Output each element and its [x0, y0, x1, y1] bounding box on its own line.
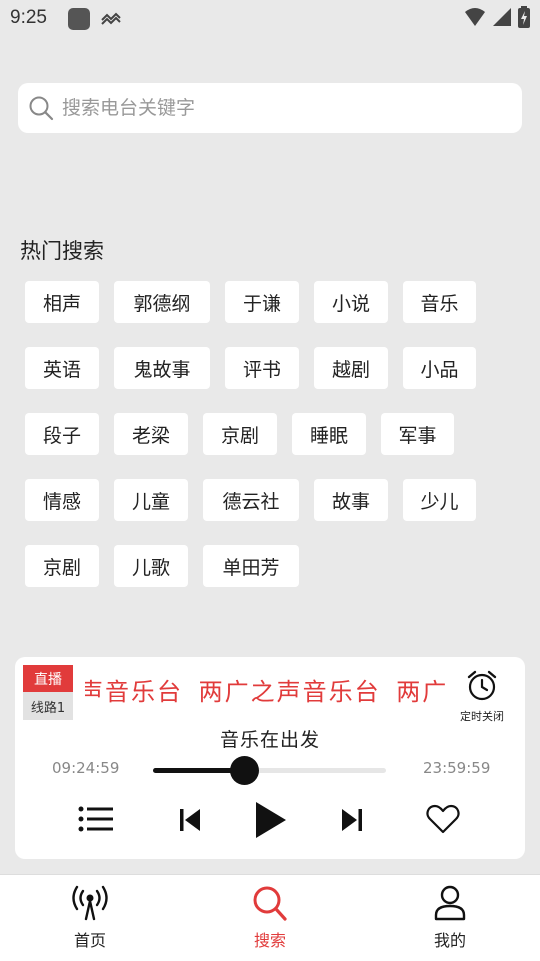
- hot-search-tag[interactable]: 越剧: [314, 347, 388, 389]
- hot-search-tag[interactable]: 评书: [225, 347, 299, 389]
- nav-search-label: 搜索: [253, 931, 286, 950]
- status-bar: 9:25: [0, 0, 540, 36]
- end-time: 23:59:59: [423, 759, 491, 777]
- hot-search-tag[interactable]: 儿歌: [114, 545, 188, 587]
- line-selector[interactable]: 线路1: [23, 692, 73, 720]
- hot-search-tag[interactable]: 儿童: [114, 479, 188, 521]
- favorite-button[interactable]: [425, 802, 461, 836]
- program-title: 音乐在出发: [219, 729, 320, 751]
- skip-previous-icon: [180, 809, 200, 831]
- link-icon: [100, 8, 122, 32]
- hot-search-tag[interactable]: 小说: [314, 281, 388, 323]
- search-bar[interactable]: [18, 83, 522, 133]
- hot-search-tag[interactable]: 故事: [314, 479, 388, 521]
- hot-search-tag[interactable]: 鬼故事: [114, 347, 210, 389]
- next-button[interactable]: [337, 805, 367, 835]
- alarm-clock-icon: [467, 670, 497, 701]
- station-name-marquee: 两广之声音乐台 两广之声音乐台 两广之声音乐台: [85, 667, 445, 717]
- search-icon: [29, 96, 54, 121]
- signal-icon: [492, 7, 512, 31]
- hot-search-tag[interactable]: 音乐: [403, 281, 476, 323]
- nav-profile-label: 我的: [433, 931, 466, 950]
- search-icon: [253, 886, 287, 921]
- hot-search-tag[interactable]: 小品: [403, 347, 476, 389]
- sleep-timer-label: 定时关闭: [460, 710, 504, 723]
- battery-icon: [518, 6, 530, 32]
- station-name: 两广之声音乐台 两广之声音乐台 两广之声音乐台: [85, 678, 445, 706]
- progress-thumb[interactable]: [230, 756, 259, 785]
- hot-search-tag[interactable]: 京剧: [25, 545, 99, 587]
- hot-search-tag[interactable]: 段子: [25, 413, 99, 455]
- hot-search-tag[interactable]: 郭德纲: [114, 281, 210, 323]
- hot-search-tag[interactable]: 睡眠: [292, 413, 366, 455]
- hot-search-tag[interactable]: 单田芳: [203, 545, 299, 587]
- hot-search-tag[interactable]: 军事: [381, 413, 454, 455]
- playlist-button[interactable]: [77, 803, 115, 835]
- hot-search-tag[interactable]: 少儿: [403, 479, 476, 521]
- wifi-icon: [464, 7, 486, 31]
- playlist-icon: [78, 806, 113, 832]
- hot-search-tag[interactable]: 京剧: [203, 413, 277, 455]
- search-input[interactable]: [60, 96, 504, 120]
- progress-slider[interactable]: [153, 756, 386, 785]
- live-badge: 直播: [23, 665, 73, 692]
- nav-home[interactable]: 首页: [45, 885, 135, 951]
- hot-search-tag[interactable]: 相声: [25, 281, 99, 323]
- nav-profile[interactable]: 我的: [405, 885, 495, 951]
- user-icon: [434, 885, 466, 921]
- previous-button[interactable]: [175, 805, 205, 835]
- mini-player: 直播 线路1 两广之声音乐台 两广之声音乐台 两广之声音乐台 定时关闭 音乐在出…: [15, 657, 525, 859]
- elapsed-time: 09:24:59: [52, 759, 120, 777]
- bottom-navigation: 首页 搜索 我的: [0, 874, 540, 961]
- hot-search-tag[interactable]: 情感: [25, 479, 99, 521]
- nav-home-label: 首页: [73, 931, 106, 950]
- nav-search[interactable]: 搜索: [225, 885, 315, 951]
- app-notification-icon: [68, 8, 90, 30]
- sleep-timer-button[interactable]: 定时关闭: [447, 669, 517, 724]
- hot-search-tag[interactable]: 于谦: [225, 281, 299, 323]
- radio-tower-icon: [72, 885, 108, 921]
- heart-icon: [426, 804, 460, 834]
- hot-search-tag[interactable]: 老梁: [114, 413, 188, 455]
- play-button[interactable]: [249, 799, 291, 841]
- hot-search-title: 热门搜索: [20, 239, 104, 263]
- status-time: 9:25: [10, 7, 47, 28]
- skip-next-icon: [342, 809, 362, 831]
- hot-search-tag[interactable]: 德云社: [203, 479, 299, 521]
- hot-search-tag[interactable]: 英语: [25, 347, 99, 389]
- play-icon: [256, 802, 286, 838]
